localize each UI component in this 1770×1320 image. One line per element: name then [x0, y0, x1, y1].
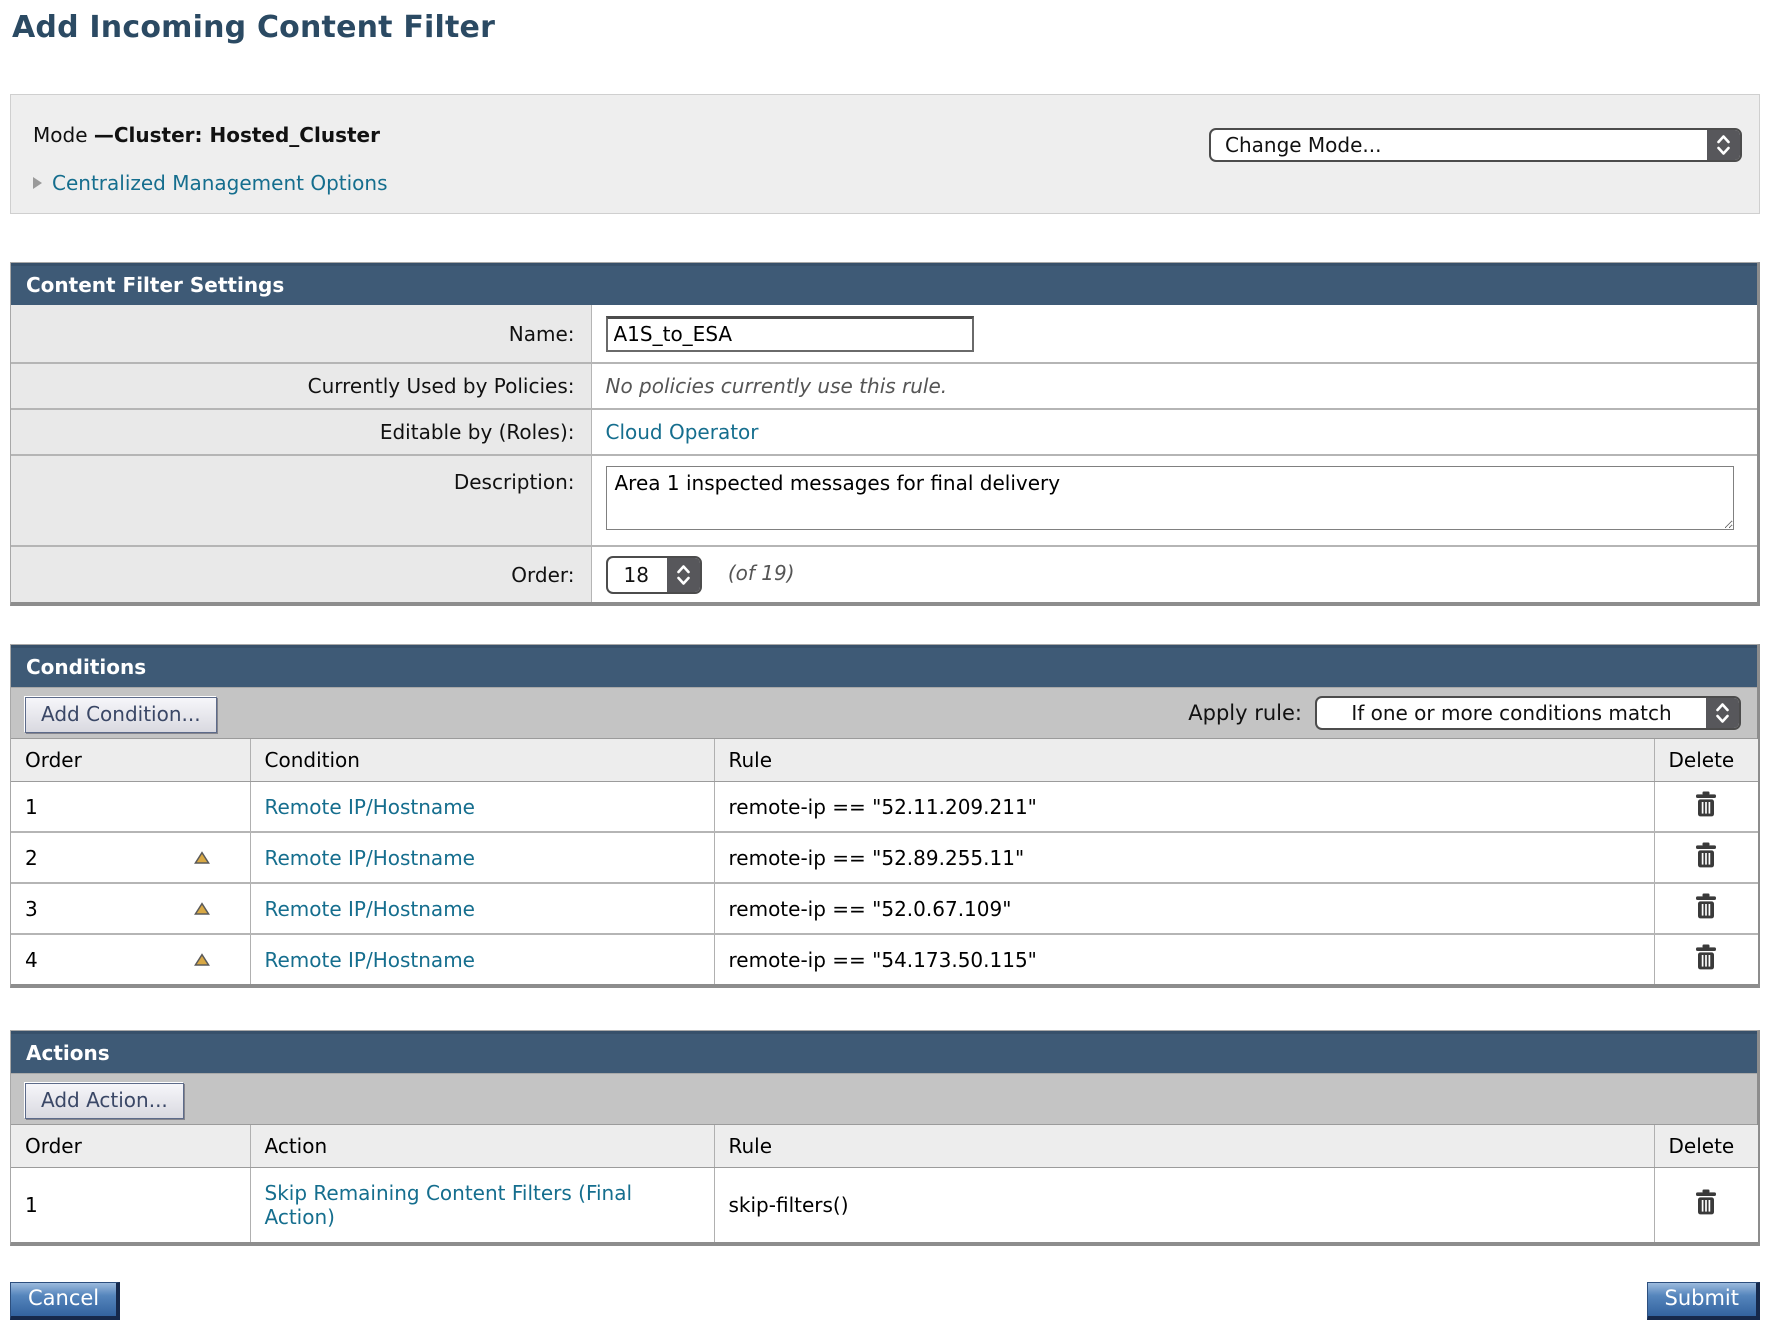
trash-icon: [1694, 842, 1718, 868]
delete-action-button[interactable]: [1694, 1189, 1718, 1215]
order-select-value: 18: [608, 558, 667, 592]
condition-rule: remote-ip == "54.173.50.115": [714, 934, 1654, 984]
add-action-button[interactable]: Add Action...: [25, 1083, 184, 1119]
action-rule: skip-filters(): [714, 1168, 1654, 1242]
condition-order: 3: [25, 897, 38, 921]
policies-label: Currently Used by Policies:: [11, 363, 591, 409]
trash-icon: [1694, 791, 1718, 817]
trash-icon: [1694, 1189, 1718, 1215]
condition-row: 3 Remote IP/Hostname remote-ip == "52.0.…: [11, 883, 1758, 934]
actions-col-delete: Delete: [1654, 1125, 1758, 1168]
mode-panel: Mode —Cluster: Hosted_Cluster Change Mod…: [10, 94, 1760, 214]
policies-value: No policies currently use this rule.: [606, 374, 948, 398]
condition-rule: remote-ip == "52.11.209.211": [714, 782, 1654, 833]
delete-condition-button[interactable]: [1694, 944, 1718, 970]
condition-link[interactable]: Remote IP/Hostname: [265, 897, 475, 921]
change-mode-select[interactable]: Change Mode...: [1209, 128, 1742, 162]
settings-row-order: Order: 18 (of 19): [11, 546, 1757, 602]
delete-condition-button[interactable]: [1694, 791, 1718, 817]
up-triangle-icon: [194, 953, 210, 967]
conditions-panel-header: Conditions: [11, 645, 1757, 687]
change-mode-select-value: Change Mode...: [1211, 130, 1707, 160]
condition-row: 2 Remote IP/Hostname remote-ip == "52.89…: [11, 832, 1758, 883]
order-of-total: (of 19): [728, 561, 795, 585]
cloud-operator-link[interactable]: Cloud Operator: [606, 420, 759, 444]
condition-link[interactable]: Remote IP/Hostname: [265, 948, 475, 972]
settings-panel-header: Content Filter Settings: [11, 263, 1757, 305]
settings-row-description: Description: Area 1 inspected messages f…: [11, 455, 1757, 546]
name-label: Name:: [11, 305, 591, 363]
submit-button[interactable]: Submit: [1647, 1282, 1761, 1320]
move-up-button[interactable]: [194, 851, 210, 865]
conditions-col-rule: Rule: [714, 739, 1654, 782]
mode-label: Mode: [33, 123, 88, 147]
content-filter-settings-panel: Content Filter Settings Name: Currently …: [10, 262, 1760, 606]
trash-icon: [1694, 893, 1718, 919]
up-down-chevrons-icon: [1707, 130, 1740, 160]
move-up-button[interactable]: [194, 953, 210, 967]
move-up-button[interactable]: [194, 902, 210, 916]
name-input[interactable]: [606, 316, 974, 352]
apply-rule-select[interactable]: If one or more conditions match: [1315, 696, 1741, 730]
condition-link[interactable]: Remote IP/Hostname: [265, 846, 475, 870]
action-row: 1 Skip Remaining Content Filters (Final …: [11, 1168, 1758, 1242]
settings-row-policies: Currently Used by Policies: No policies …: [11, 363, 1757, 409]
up-down-chevrons-icon: [667, 558, 700, 592]
description-textarea[interactable]: Area 1 inspected messages for final deli…: [606, 466, 1734, 530]
condition-order: 4: [25, 948, 38, 972]
condition-row: 1 Remote IP/Hostname remote-ip == "52.11…: [11, 782, 1758, 833]
actions-panel: Actions Add Action... Order Action Rule …: [10, 1030, 1760, 1246]
condition-order: 1: [25, 795, 38, 819]
condition-rule: remote-ip == "52.89.255.11": [714, 832, 1654, 883]
centralized-management-options-link[interactable]: Centralized Management Options: [52, 171, 388, 195]
add-condition-button[interactable]: Add Condition...: [25, 697, 217, 733]
delete-condition-button[interactable]: [1694, 842, 1718, 868]
up-triangle-icon: [194, 851, 210, 865]
conditions-toolbar: Add Condition... Apply rule: If one or m…: [11, 687, 1757, 739]
actions-col-action: Action: [250, 1125, 714, 1168]
apply-rule-select-value: If one or more conditions match: [1317, 698, 1706, 728]
trash-icon: [1694, 944, 1718, 970]
condition-row: 4 Remote IP/Hostname remote-ip == "54.17…: [11, 934, 1758, 984]
cancel-button[interactable]: Cancel: [10, 1282, 120, 1320]
up-down-chevrons-icon: [1706, 698, 1739, 728]
actions-col-rule: Rule: [714, 1125, 1654, 1168]
condition-order: 2: [25, 846, 38, 870]
conditions-col-condition: Condition: [250, 739, 714, 782]
settings-row-name: Name:: [11, 305, 1757, 363]
actions-toolbar: Add Action...: [11, 1073, 1757, 1125]
order-select[interactable]: 18: [606, 556, 702, 594]
action-order: 1: [25, 1193, 38, 1217]
delete-condition-button[interactable]: [1694, 893, 1718, 919]
condition-link[interactable]: Remote IP/Hostname: [265, 795, 475, 819]
page-title: Add Incoming Content Filter: [12, 10, 1770, 45]
description-label: Description:: [11, 455, 591, 546]
apply-rule-label: Apply rule:: [1188, 701, 1302, 725]
conditions-panel: Conditions Add Condition... Apply rule: …: [10, 644, 1760, 988]
right-triangle-icon: [33, 177, 42, 189]
actions-panel-header: Actions: [11, 1031, 1757, 1073]
condition-rule: remote-ip == "52.0.67.109": [714, 883, 1654, 934]
action-link[interactable]: Skip Remaining Content Filters (Final Ac…: [265, 1181, 633, 1229]
roles-label: Editable by (Roles):: [11, 409, 591, 455]
mode-value: —Cluster: Hosted_Cluster: [94, 123, 380, 147]
order-label: Order:: [11, 546, 591, 602]
conditions-col-order: Order: [11, 739, 250, 782]
conditions-col-delete: Delete: [1654, 739, 1758, 782]
up-triangle-icon: [194, 902, 210, 916]
settings-row-roles: Editable by (Roles): Cloud Operator: [11, 409, 1757, 455]
actions-col-order: Order: [11, 1125, 250, 1168]
